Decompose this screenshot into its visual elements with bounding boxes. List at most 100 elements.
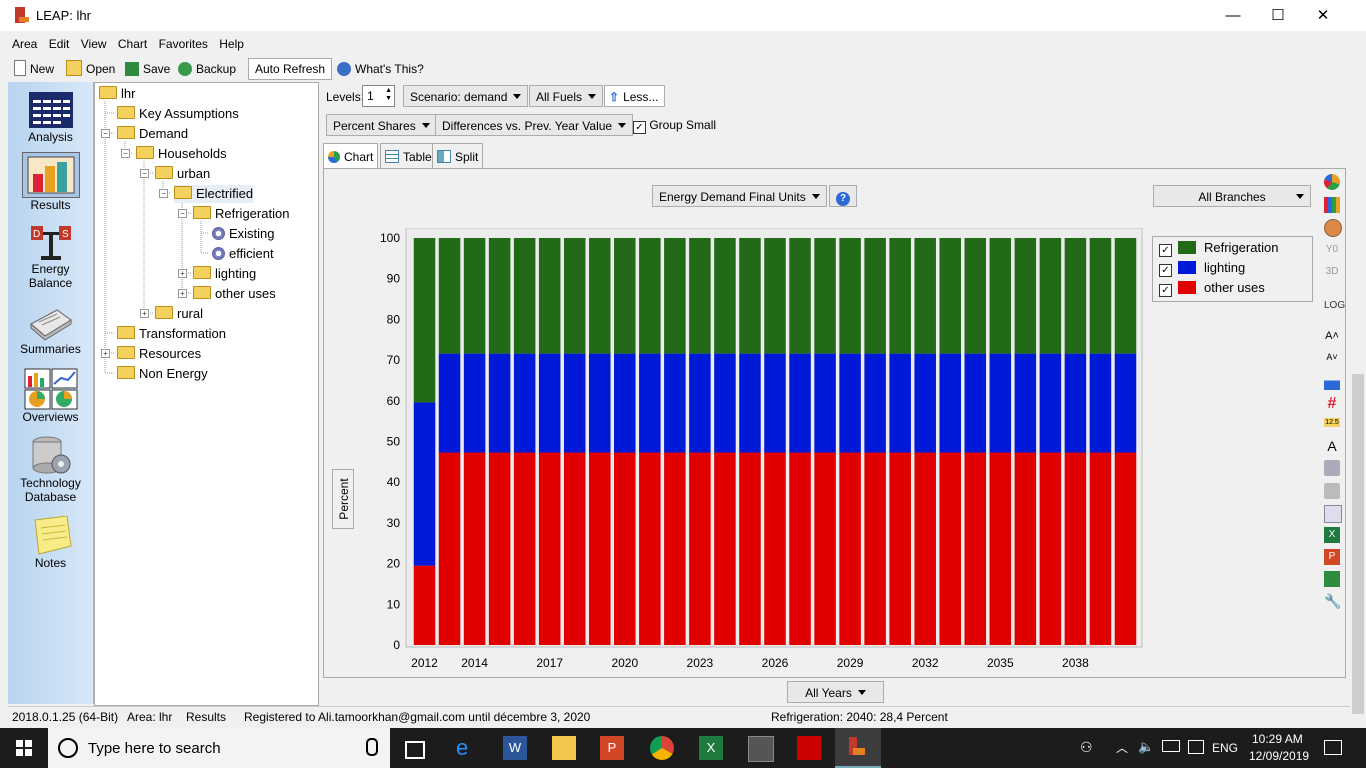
bar-segment-refrigeration-2026[interactable] bbox=[764, 238, 786, 354]
tree-node-lhr[interactable]: lhr bbox=[99, 85, 135, 103]
new-button[interactable]: New bbox=[14, 58, 54, 80]
bar-segment-other-uses-2028[interactable] bbox=[814, 452, 836, 645]
copy-icon[interactable] bbox=[1324, 505, 1342, 523]
expand-toggle[interactable]: + bbox=[140, 309, 149, 318]
bar-segment-lighting-2032[interactable] bbox=[914, 353, 936, 453]
bar-segment-other-uses-2016[interactable] bbox=[513, 452, 536, 645]
tab-table[interactable]: Table bbox=[380, 143, 437, 169]
whats-this-button[interactable]: What's This? bbox=[337, 58, 424, 80]
file-explorer-icon[interactable] bbox=[552, 736, 576, 760]
bar-segment-other-uses-2029[interactable] bbox=[839, 452, 861, 645]
gridlines-icon[interactable]: # bbox=[1324, 396, 1340, 412]
bar-segment-refrigeration-2035[interactable] bbox=[989, 238, 1012, 354]
expand-toggle[interactable]: + bbox=[178, 289, 187, 298]
bar-segment-other-uses-2024[interactable] bbox=[714, 452, 736, 645]
bar-segment-refrigeration-2029[interactable] bbox=[839, 238, 861, 354]
tree-node-efficient[interactable]: efficient bbox=[212, 245, 274, 263]
chevron-up-icon[interactable]: ︿ bbox=[1116, 739, 1128, 756]
tree-node-resources[interactable]: Resources bbox=[117, 345, 201, 363]
nav-results[interactable]: Results bbox=[8, 152, 93, 212]
bar-segment-other-uses-2019[interactable] bbox=[588, 452, 611, 645]
bar-segment-other-uses-2033[interactable] bbox=[939, 452, 962, 645]
tree-node-transformation[interactable]: Transformation bbox=[117, 325, 226, 343]
bar-segment-other-uses-2020[interactable] bbox=[614, 452, 636, 645]
bar-segment-lighting-2016[interactable] bbox=[513, 353, 536, 453]
excel-icon[interactable]: X bbox=[1324, 527, 1340, 543]
word-icon[interactable]: W bbox=[503, 736, 527, 760]
nav-summaries[interactable]: Summaries bbox=[8, 306, 93, 356]
tab-split[interactable]: Split bbox=[432, 143, 484, 169]
bar-segment-refrigeration-2036[interactable] bbox=[1014, 238, 1037, 354]
bar-segment-refrigeration-2015[interactable] bbox=[488, 238, 511, 354]
maximize-button[interactable]: ☐ bbox=[1255, 0, 1301, 31]
language-indicator[interactable]: ENG bbox=[1212, 741, 1238, 755]
bar-segment-lighting-2038[interactable] bbox=[1064, 353, 1087, 453]
bar-segment-other-uses-2026[interactable] bbox=[764, 452, 786, 645]
tree-node-urban[interactable]: urban bbox=[155, 165, 210, 183]
vertical-scrollbar[interactable] bbox=[1350, 68, 1366, 728]
bar-segment-refrigeration-2020[interactable] bbox=[614, 238, 636, 354]
log-scale-icon[interactable]: LOG bbox=[1324, 298, 1345, 314]
tree-node-non-energy[interactable]: Non Energy bbox=[117, 365, 208, 383]
tree-node-lighting[interactable]: lighting bbox=[193, 265, 256, 283]
menu-help[interactable]: Help bbox=[215, 34, 248, 54]
bar-segment-lighting-2031[interactable] bbox=[889, 353, 911, 453]
bar-segment-refrigeration-2030[interactable] bbox=[864, 238, 886, 354]
backup-button[interactable]: Backup bbox=[178, 58, 236, 80]
bar-segment-refrigeration-2013[interactable] bbox=[438, 238, 461, 354]
auto-refresh-button[interactable]: Auto Refresh bbox=[248, 58, 333, 80]
bar-segment-other-uses-2037[interactable] bbox=[1039, 452, 1062, 645]
bar-segment-other-uses-2021[interactable] bbox=[639, 452, 661, 645]
microphone-icon[interactable] bbox=[366, 738, 378, 756]
bar-segment-lighting-2027[interactable] bbox=[789, 353, 811, 453]
bar-segment-lighting-2028[interactable] bbox=[814, 353, 836, 453]
bar-segment-lighting-2012[interactable] bbox=[413, 402, 436, 566]
bar-segment-lighting-2030[interactable] bbox=[864, 353, 886, 453]
bar-segment-lighting-2037[interactable] bbox=[1039, 353, 1062, 453]
powerpoint-icon[interactable]: P bbox=[1324, 549, 1340, 565]
expand-toggle[interactable]: + bbox=[178, 269, 187, 278]
store-icon[interactable] bbox=[748, 736, 774, 762]
clock-date[interactable]: 12/09/2019 bbox=[1249, 749, 1309, 763]
excel-taskbar-icon[interactable]: X bbox=[699, 736, 723, 760]
bar-segment-other-uses-2030[interactable] bbox=[864, 452, 886, 645]
bar-segment-other-uses-2018[interactable] bbox=[563, 452, 586, 645]
bar-segment-lighting-2022[interactable] bbox=[664, 353, 686, 453]
bar-segment-other-uses-2025[interactable] bbox=[739, 452, 761, 645]
network-icon[interactable] bbox=[1188, 740, 1204, 754]
bar-segment-lighting-2025[interactable] bbox=[739, 353, 761, 453]
collapse-toggle[interactable]: − bbox=[101, 129, 110, 138]
edge-browser-icon[interactable]: e bbox=[456, 736, 480, 760]
nav-analysis[interactable]: Analysis bbox=[8, 90, 93, 144]
wrench-icon[interactable]: 🔧 bbox=[1324, 593, 1341, 609]
bar-segment-refrigeration-2028[interactable] bbox=[814, 238, 836, 354]
open-button[interactable]: Open bbox=[66, 58, 115, 80]
y0-axis-icon[interactable]: Y0 bbox=[1324, 242, 1340, 258]
bar-segment-lighting-2014[interactable] bbox=[463, 353, 486, 453]
menu-area[interactable]: Area bbox=[8, 34, 41, 54]
chart-help-button[interactable]: ? bbox=[829, 185, 857, 207]
tree-node-existing[interactable]: Existing bbox=[212, 225, 275, 243]
menu-view[interactable]: View bbox=[77, 34, 111, 54]
bar-segment-lighting-2024[interactable] bbox=[714, 353, 736, 453]
save-button[interactable]: Save bbox=[125, 58, 170, 80]
collapse-toggle[interactable]: − bbox=[159, 189, 168, 198]
fuels-dropdown[interactable]: All Fuels bbox=[529, 85, 604, 107]
bar-segment-lighting-2033[interactable] bbox=[939, 353, 962, 453]
bar-segment-other-uses-2015[interactable] bbox=[488, 452, 511, 645]
bar-segment-refrigeration-2032[interactable] bbox=[914, 238, 936, 354]
bar-segment-other-uses-2022[interactable] bbox=[664, 452, 686, 645]
bar-segment-refrigeration-2025[interactable] bbox=[739, 238, 761, 354]
nav-energy-balance[interactable]: DS Energy Balance bbox=[8, 226, 93, 290]
expand-toggle[interactable]: + bbox=[101, 349, 110, 358]
legend-item-other-uses[interactable]: ✓ other uses bbox=[1159, 279, 1265, 297]
bar-segment-refrigeration-2034[interactable] bbox=[964, 238, 987, 354]
leap-taskbar-button[interactable] bbox=[835, 728, 881, 768]
branches-dropdown[interactable]: All Branches bbox=[1153, 185, 1311, 207]
bar-segment-refrigeration-2018[interactable] bbox=[563, 238, 586, 354]
bar-segment-other-uses-2035[interactable] bbox=[989, 452, 1012, 645]
font-smaller-icon[interactable]: A˅ bbox=[1324, 352, 1340, 368]
nav-notes[interactable]: Notes bbox=[8, 516, 93, 570]
taskbar-search-box[interactable]: Type here to search bbox=[48, 728, 390, 768]
percent-shares-dropdown[interactable]: Percent Shares bbox=[326, 114, 437, 136]
